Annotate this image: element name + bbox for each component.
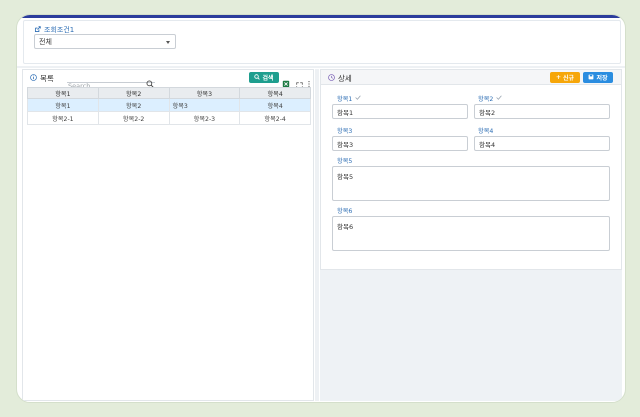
condition-select[interactable]: 전체 (34, 34, 176, 49)
chevron-down-icon (166, 41, 170, 44)
table-cell: 항목4 (239, 98, 311, 112)
grid-header-row: 항목1 항목2 항목3 항목4 (27, 87, 311, 99)
table-cell: 항목2-2 (97, 111, 170, 125)
column-header[interactable]: 항목1 (27, 87, 99, 99)
field-input-2[interactable] (474, 104, 610, 119)
column-header[interactable]: 항목3 (168, 87, 241, 99)
list-panel-header: 목록 검색 (23, 70, 313, 91)
table-cell: 항목2-3 (168, 111, 241, 125)
column-header[interactable]: 항목2 (97, 87, 170, 99)
table-cell: 항목2-4 (239, 111, 311, 125)
detail-title-label: 상세 (338, 74, 352, 83)
field-label-3: 항목3 (337, 128, 353, 135)
check-icon (496, 95, 503, 102)
app-frame: 조회조건1 전체 목록 Search 검색 항목1 항목2 항목3 항목4 항목… (16, 14, 626, 403)
clock-icon (328, 74, 335, 83)
field-input-4[interactable] (474, 136, 610, 151)
field-input-1[interactable] (332, 104, 468, 119)
header-accent-line (17, 15, 625, 18)
list-grid: 항목1 항목2 항목3 항목4 항목1 항목2 항목3 항목4 항목2-1 항목… (27, 87, 311, 125)
list-title: 목록 (30, 73, 54, 84)
field-label-5: 항목5 (337, 158, 353, 165)
detail-panel-area: 상세 + 신규 저장 항목1 항목1 항목2 항목2 항목3 항목3 항목4 항… (320, 69, 622, 401)
search-condition-panel: 조회조건1 전체 (23, 20, 621, 64)
save-button[interactable]: 저장 (583, 72, 613, 83)
field-label-4: 항목4 (478, 128, 494, 135)
field-input-3[interactable] (332, 136, 468, 151)
search-button-label: 검색 (262, 75, 274, 82)
detail-panel-header: 상세 + 신규 저장 (321, 70, 621, 85)
section-divider (17, 66, 625, 68)
save-button-label: 저장 (596, 75, 608, 82)
table-row[interactable]: 항목1 항목2 항목3 항목4 (27, 98, 311, 112)
new-button[interactable]: + 신규 (550, 72, 580, 83)
field-label-2: 항목2 (478, 94, 503, 103)
condition-select-value: 전체 (39, 38, 52, 46)
detail-title: 상세 (328, 73, 352, 84)
search-button[interactable]: 검색 (249, 72, 279, 83)
info-circle-icon (30, 74, 37, 83)
field-label-6: 항목6 (337, 208, 353, 215)
new-button-label: 신규 (562, 75, 575, 82)
table-cell: 항목1 (27, 98, 99, 112)
field-textarea-6[interactable]: 항목6 (332, 216, 610, 251)
list-panel: 목록 검색 (22, 69, 314, 401)
list-title-label: 목록 (40, 74, 54, 83)
table-cell: 항목2 (97, 98, 170, 112)
table-cell: 항목3 (168, 98, 241, 112)
field-label-1: 항목1 (337, 94, 362, 103)
search-icon (254, 73, 261, 82)
field-textarea-5[interactable]: 항목5 (332, 166, 610, 201)
detail-panel: 상세 + 신규 저장 항목1 항목1 항목2 항목2 항목3 항목3 항목4 항… (320, 69, 622, 270)
check-icon (355, 95, 362, 102)
save-icon (588, 74, 594, 82)
panel-splitter[interactable] (315, 69, 319, 401)
table-row[interactable]: 항목2-1 항목2-2 항목2-3 항목2-4 (27, 111, 311, 125)
table-cell: 항목2-1 (27, 111, 99, 125)
search-box (67, 73, 155, 91)
plus-icon: + (555, 74, 561, 81)
column-header[interactable]: 항목4 (239, 87, 311, 99)
